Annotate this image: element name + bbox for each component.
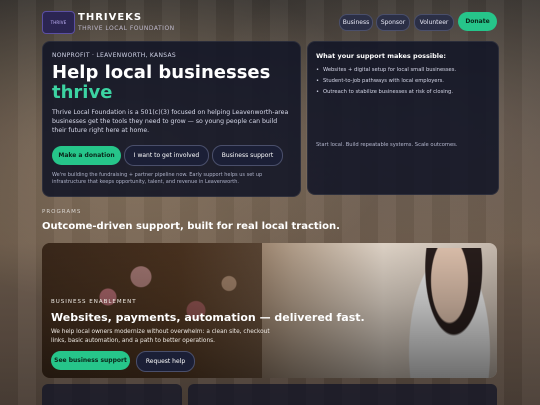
get-involved-button[interactable]: I want to get involved bbox=[124, 145, 209, 166]
hero-note: We're building the fundraising + partner… bbox=[52, 172, 263, 185]
hero-kicker: NONPROFIT · LEAVENWORTH, KANSAS bbox=[52, 52, 176, 59]
top-bar: THRIVE THRIVEKS THRIVE LOCAL FOUNDATION … bbox=[0, 0, 540, 40]
program-title: Websites, payments, automation — deliver… bbox=[51, 311, 365, 324]
logo-text: THRIVE bbox=[50, 20, 67, 25]
donate-button[interactable]: Donate bbox=[458, 12, 497, 31]
nav-volunteer-button[interactable]: Volunteer bbox=[414, 14, 454, 31]
program-card: BUSINESS ENABLEMENT Websites, payments, … bbox=[42, 243, 497, 378]
next-card-peek bbox=[42, 384, 182, 405]
list-item: Outreach to stabilize businesses at risk… bbox=[316, 87, 491, 98]
logo[interactable]: THRIVE bbox=[42, 11, 75, 34]
hero-title-accent: thrive bbox=[52, 82, 113, 103]
program-kicker: BUSINESS ENABLEMENT bbox=[51, 299, 137, 305]
programs-title: Outcome-driven support, built for real l… bbox=[42, 221, 340, 232]
see-business-support-button[interactable]: See business support bbox=[51, 351, 130, 370]
program-description: We help local owners modernize without o… bbox=[51, 329, 270, 344]
request-help-button[interactable]: Request help bbox=[136, 351, 195, 372]
programs-kicker: PROGRAMS bbox=[42, 209, 82, 215]
nav-sponsor-button[interactable]: Sponsor bbox=[376, 14, 410, 31]
hero-title: Help local businesses bbox=[52, 62, 271, 83]
next-card-peek bbox=[188, 384, 497, 405]
brand-name[interactable]: THRIVEKS bbox=[78, 12, 142, 23]
support-card: What your support makes possible: Websit… bbox=[307, 41, 499, 195]
support-footer: Start local. Build repeatable systems. S… bbox=[316, 142, 458, 148]
brand-subtitle: THRIVE LOCAL FOUNDATION bbox=[78, 25, 175, 32]
nav-business-button[interactable]: Business bbox=[339, 14, 373, 31]
hero-card: NONPROFIT · LEAVENWORTH, KANSAS Help loc… bbox=[42, 41, 301, 197]
support-title: What your support makes possible: bbox=[316, 52, 447, 60]
list-item: Student-to-job pathways with local emplo… bbox=[316, 76, 491, 87]
list-item: Websites + digital setup for local small… bbox=[316, 65, 491, 76]
hero-description: Thrive Local Foundation is a 501(c)(3) f… bbox=[52, 109, 289, 134]
make-donation-button[interactable]: Make a donation bbox=[52, 146, 121, 165]
support-list: Websites + digital setup for local small… bbox=[316, 65, 491, 98]
business-support-button[interactable]: Business support bbox=[212, 145, 283, 166]
